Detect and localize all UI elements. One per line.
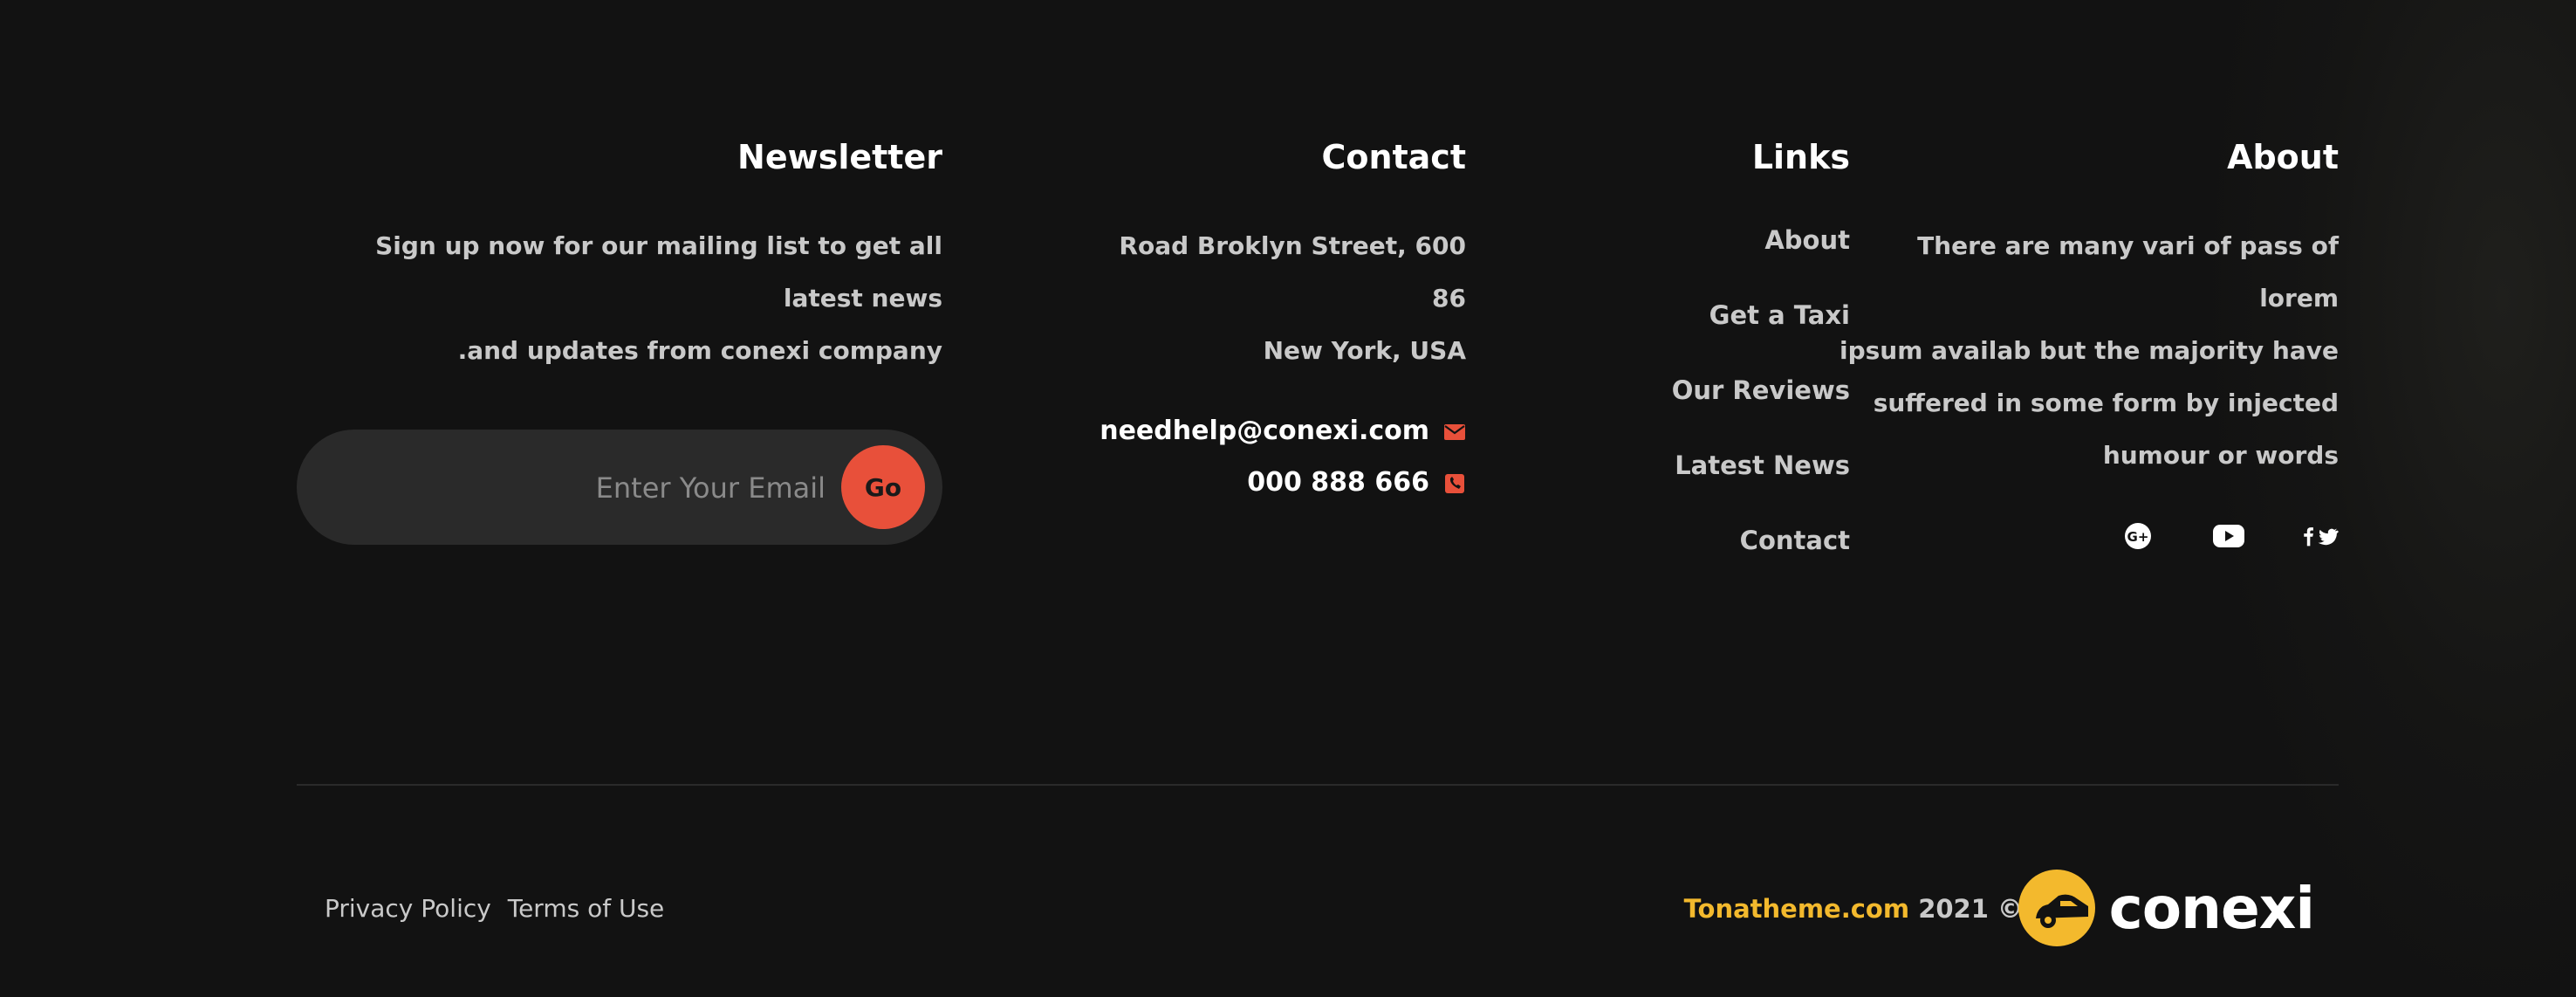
newsletter-text-line2: .and updates from conexi company xyxy=(457,336,942,365)
conexi-logo[interactable]: conexi xyxy=(2017,868,2315,948)
footer-divider xyxy=(297,784,2339,786)
address-line2: New York, USA xyxy=(1263,336,1466,365)
contact-title: Contact xyxy=(1321,138,1466,176)
about-title: About xyxy=(2227,138,2339,176)
contact-phone[interactable]: 000 888 666 xyxy=(1247,467,1429,498)
newsletter-title: Newsletter xyxy=(737,138,942,176)
copyright: Tonatheme.com 2021 © xyxy=(1684,894,2023,924)
links-list: About Get a Taxi Our Reviews Latest News… xyxy=(1553,220,1850,560)
address-line1: Road Broklyn Street, 600 86 xyxy=(1119,231,1466,313)
youtube-icon[interactable] xyxy=(2209,517,2248,555)
go-button[interactable]: Go xyxy=(841,445,925,529)
contact-email-row[interactable]: needhelp@conexi.com xyxy=(1100,416,1466,446)
newsletter-column: Newsletter Sign up now for our mailing l… xyxy=(297,131,942,545)
brand-link[interactable]: Tonatheme.com xyxy=(1684,894,1909,924)
email-input[interactable] xyxy=(370,461,827,515)
svg-text:G+: G+ xyxy=(2127,529,2149,545)
logo-text: conexi xyxy=(2108,874,2315,942)
privacy-policy-link[interactable]: Privacy Policy xyxy=(325,894,491,923)
newsletter-form: Go xyxy=(297,430,942,545)
legal-links: Privacy Policy Terms of Use xyxy=(325,894,673,923)
about-text-line1: There are many vari of pass of lorem xyxy=(1917,231,2339,313)
terms-of-use-link[interactable]: Terms of Use xyxy=(508,894,665,923)
contact-phone-row[interactable]: 000 888 666 xyxy=(1100,467,1466,498)
link-get-a-taxi[interactable]: Get a Taxi xyxy=(1553,295,1850,335)
about-text-line3: suffered in some form by injected xyxy=(1873,388,2339,417)
google-plus-icon[interactable]: G+ xyxy=(2119,517,2157,555)
link-latest-news[interactable]: Latest News xyxy=(1553,445,1850,485)
facebook-twitter-icon[interactable] xyxy=(2300,517,2339,555)
links-title: Links xyxy=(1751,138,1850,176)
phone-icon xyxy=(1443,471,1466,494)
newsletter-text-line1: Sign up now for our mailing list to get … xyxy=(375,231,942,313)
copyright-text: 2021 © xyxy=(1918,894,2023,924)
about-text-line2: ipsum availab but the majority have xyxy=(1839,336,2339,365)
social-links: G+ xyxy=(1833,517,2339,555)
site-footer: Newsletter Sign up now for our mailing l… xyxy=(297,0,2339,997)
about-column: About There are many vari of pass of lor… xyxy=(1833,131,2339,555)
taxi-logo-icon xyxy=(2017,868,2097,948)
link-our-reviews[interactable]: Our Reviews xyxy=(1553,370,1850,410)
about-text-line4: humour or words xyxy=(2102,441,2339,470)
contact-email[interactable]: needhelp@conexi.com xyxy=(1100,416,1429,446)
links-column: Links About Get a Taxi Our Reviews Lates… xyxy=(1553,131,1850,595)
contact-column: Contact Road Broklyn Street, 600 86 New … xyxy=(1100,131,1466,498)
link-about[interactable]: About xyxy=(1553,220,1850,260)
envelope-icon xyxy=(1443,420,1466,443)
link-contact[interactable]: Contact xyxy=(1553,520,1850,560)
